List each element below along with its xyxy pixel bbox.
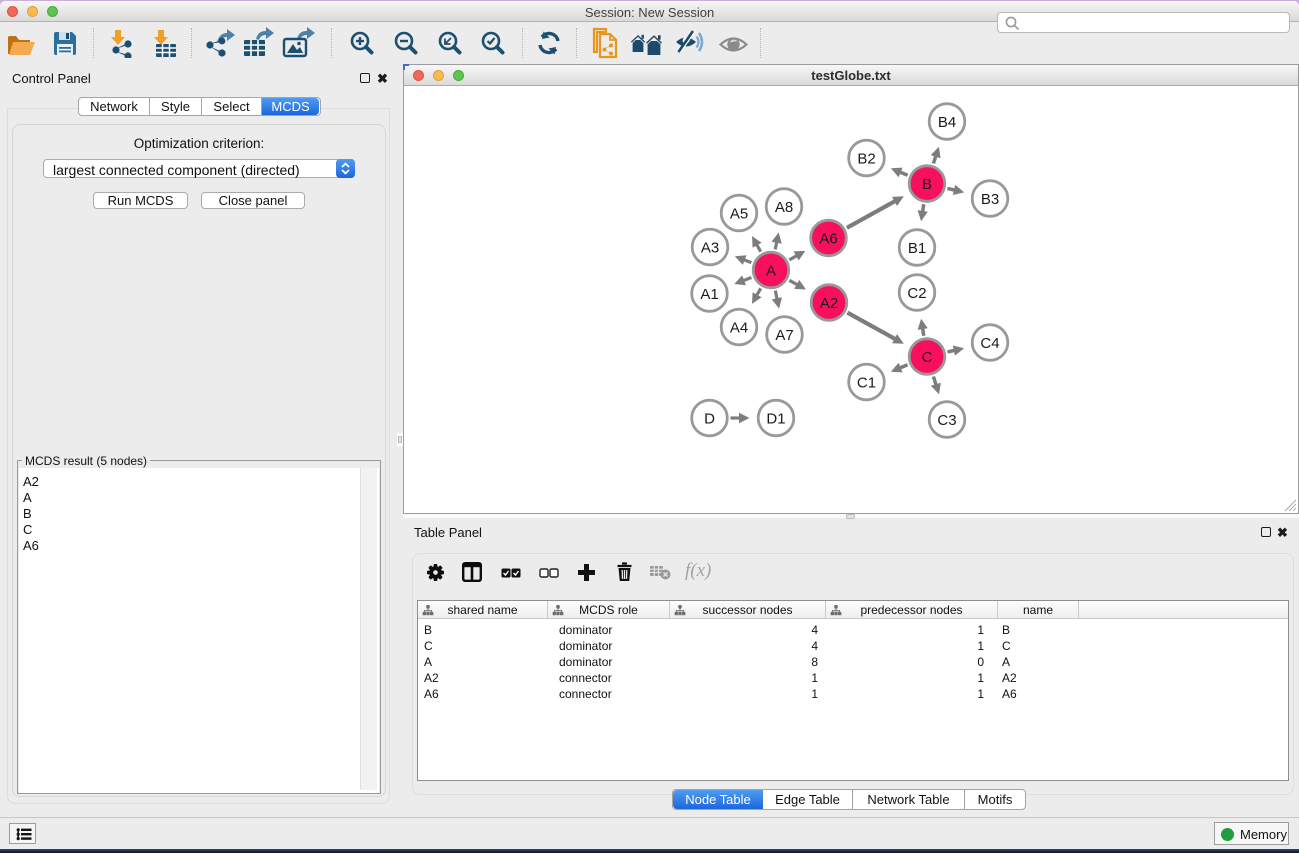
svg-text:A5: A5 — [730, 206, 748, 223]
svg-text:A7: A7 — [775, 327, 793, 344]
svg-text:A8: A8 — [775, 199, 793, 216]
svg-text:B: B — [922, 176, 932, 193]
svg-text:A2: A2 — [820, 295, 838, 312]
svg-text:C: C — [922, 349, 933, 366]
svg-text:B1: B1 — [908, 240, 926, 257]
svg-text:A4: A4 — [730, 320, 748, 337]
svg-text:C4: C4 — [980, 335, 999, 352]
svg-text:B4: B4 — [938, 114, 956, 131]
svg-text:B3: B3 — [981, 191, 999, 208]
svg-text:D: D — [704, 411, 715, 428]
svg-text:C2: C2 — [907, 285, 926, 302]
svg-text:C3: C3 — [937, 412, 956, 429]
svg-text:A1: A1 — [700, 286, 718, 303]
svg-text:C1: C1 — [857, 375, 876, 392]
svg-text:D1: D1 — [766, 411, 785, 428]
svg-text:A6: A6 — [819, 231, 837, 248]
svg-text:A3: A3 — [701, 240, 719, 257]
svg-text:A: A — [766, 263, 776, 280]
svg-text:B2: B2 — [857, 151, 875, 168]
